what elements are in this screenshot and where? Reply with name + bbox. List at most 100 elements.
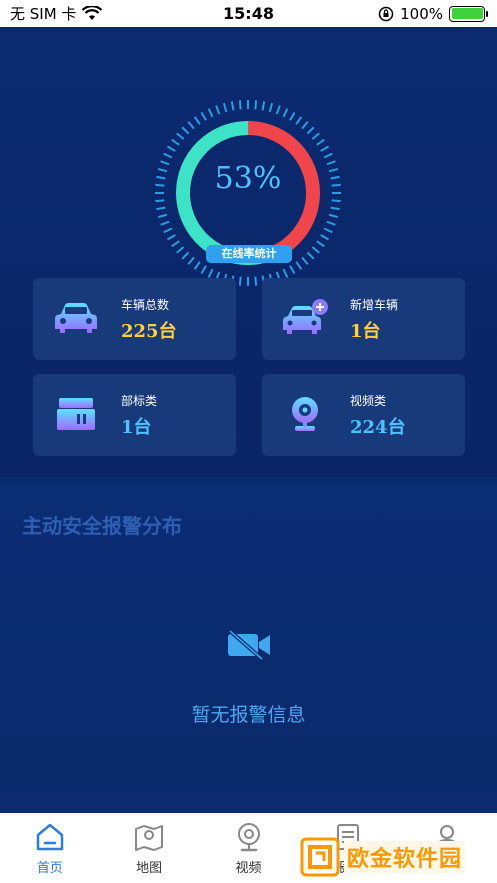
orientation-lock-icon: [378, 6, 394, 21]
gauge-tick: [187, 256, 195, 265]
gauge-tick: [311, 246, 320, 254]
card-value: 1台: [121, 417, 152, 438]
gauge-tick: [306, 251, 315, 260]
gauge-tick: [238, 276, 242, 286]
gauge-tick: [311, 132, 320, 140]
gauge-tick: [282, 268, 289, 278]
gauge-tick: [320, 234, 330, 241]
device-box-icon: [57, 398, 95, 430]
gauge-tick: [215, 105, 221, 115]
gauge-tick: [155, 199, 165, 203]
alarm-title: 主动安全报警分布: [22, 514, 182, 538]
gauge-percent: 53%: [214, 161, 282, 196]
no-video-icon: [228, 630, 270, 660]
tab-home[interactable]: 首页: [0, 813, 99, 883]
gauge-tick: [176, 132, 185, 140]
gauge-tick: [207, 268, 214, 278]
battery-fill: [451, 8, 483, 19]
tab-label: 首页: [36, 861, 63, 876]
gauge-tick: [207, 108, 214, 118]
tab-video[interactable]: 视频: [199, 813, 298, 883]
card-label: 部标类: [121, 394, 158, 408]
card-value: 225台: [121, 321, 177, 342]
gauge-tick: [181, 251, 190, 260]
gauge-tick: [156, 206, 166, 211]
gauge-tick: [176, 246, 185, 254]
card-video-devices[interactable]: 视频类 224台: [262, 374, 465, 456]
watermark: 欧金软件园: [300, 832, 492, 882]
gauge-tick: [230, 101, 235, 111]
tab-label: 地图: [136, 861, 163, 876]
gauge-tick: [320, 145, 330, 152]
online-rate-gauge: 53%: [148, 93, 348, 293]
card-value: 224台: [350, 417, 406, 438]
camera-icon: [237, 823, 260, 852]
gauge-tick: [193, 116, 201, 125]
card-total-vehicles[interactable]: 车辆总数 225台: [33, 278, 236, 360]
gauge-tick: [200, 111, 207, 121]
gauge-tick: [282, 108, 289, 118]
map-icon: [135, 825, 164, 851]
gauge-tick: [163, 227, 173, 234]
gauge-tick: [171, 138, 180, 146]
watermark-logo-icon: [300, 837, 340, 877]
gauge-tick: [295, 261, 303, 270]
watermark-text: 欧金软件园: [344, 841, 466, 873]
battery-icon: [449, 5, 488, 22]
card-standard-devices[interactable]: 部标类 1台: [33, 374, 236, 456]
gauge-tick: [301, 256, 309, 265]
gauge-tick: [316, 138, 325, 146]
gauge-tick: [301, 121, 309, 130]
gauge-tick: [163, 152, 173, 159]
gauge-tick: [328, 213, 339, 219]
webcam-icon: [292, 397, 318, 431]
car-icon: [55, 303, 97, 333]
gauge-tick: [326, 220, 336, 226]
carrier-text: 无 SIM 卡: [10, 5, 77, 23]
gauge-tick: [181, 126, 190, 135]
gauge-tick: [238, 100, 242, 110]
gauge-tick: [331, 199, 341, 203]
stats-section: 53% 在线率统计 车辆总数 225台 新增车辆 1台 部标类 1台 视频类 2…: [0, 27, 497, 477]
card-label: 视频类: [350, 394, 387, 408]
gauge-tick: [160, 220, 170, 226]
gauge-tick: [254, 100, 258, 110]
gauge-tick: [289, 265, 296, 275]
gauge-tick: [200, 265, 207, 275]
status-bar: 无 SIM 卡 15:48 100%: [0, 0, 497, 27]
gauge-tick: [187, 121, 195, 130]
gauge-tick: [193, 261, 201, 270]
card-new-vehicles[interactable]: 新增车辆 1台: [262, 278, 465, 360]
gauge-tick: [289, 111, 296, 121]
empty-alarm-text: 暂无报警信息: [191, 704, 306, 726]
gauge-tick: [254, 276, 258, 286]
alarm-section: 主动安全报警分布 暂无报警信息: [0, 482, 497, 789]
gauge-tick: [166, 234, 176, 241]
card-label: 新增车辆: [350, 298, 399, 312]
gauge-tick: [323, 152, 333, 159]
gauge-tick: [268, 102, 274, 113]
car-add-icon: [283, 299, 328, 334]
gauge-tick: [166, 145, 176, 152]
home-icon: [36, 823, 63, 851]
gauge-label: 在线率统计: [206, 245, 292, 263]
status-left: 无 SIM 卡: [10, 3, 103, 24]
battery-percent: 100%: [400, 4, 443, 23]
gauge-tick: [295, 116, 303, 125]
gauge-tick: [171, 240, 180, 248]
gauge-tick: [330, 206, 340, 211]
gauge-tick: [261, 101, 266, 111]
gauge-tick: [275, 105, 281, 115]
tab-map[interactable]: 地图: [99, 813, 198, 883]
gauge-tick: [316, 240, 325, 248]
card-label: 车辆总数: [121, 298, 170, 312]
gauge-tick: [323, 227, 333, 234]
bottom-spacer: [0, 789, 497, 813]
status-right: 100%: [378, 4, 488, 23]
gauge-tick: [306, 126, 315, 135]
gauge-tick: [157, 213, 168, 219]
card-value: 1台: [350, 321, 381, 342]
tab-label: 视频: [235, 861, 262, 876]
gauge-tick: [222, 102, 228, 113]
wifi-icon: [82, 6, 103, 20]
